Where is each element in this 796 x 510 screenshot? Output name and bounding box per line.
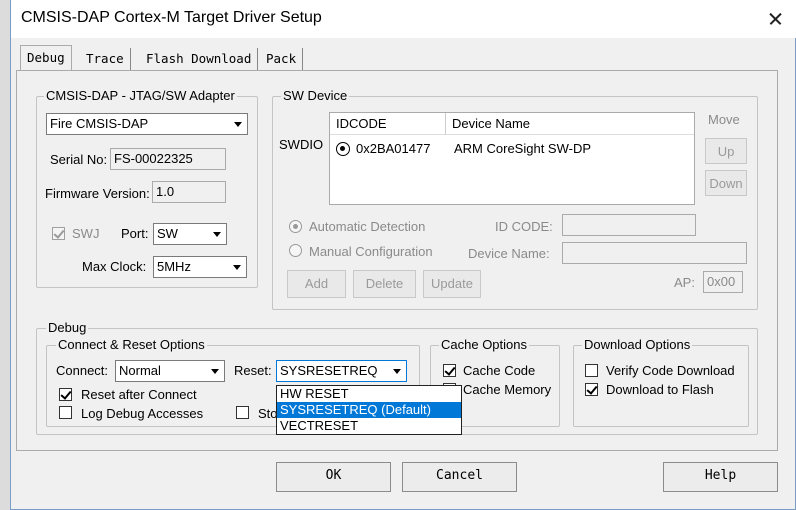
tab-pack[interactable]: Pack: [260, 48, 304, 70]
cache-code-checkbox[interactable]: [443, 364, 456, 377]
manual-configuration-radio[interactable]: [289, 244, 302, 257]
reset-select[interactable]: SYSRESETREQ: [276, 360, 407, 382]
firmware-label: Firmware Version:: [45, 186, 150, 201]
chevron-down-icon: [388, 361, 406, 381]
cache-memory-label: Cache Memory: [463, 382, 552, 397]
reset-option-hw-reset[interactable]: HW RESET: [277, 386, 461, 402]
reset-label: Reset:: [234, 363, 272, 378]
manual-configuration-label: Manual Configuration: [309, 244, 433, 259]
close-icon[interactable]: [751, 0, 796, 38]
serial-label: Serial No:: [50, 152, 108, 167]
cache-options-legend: Cache Options: [439, 337, 529, 352]
selected-radio-icon: [336, 142, 350, 156]
swdio-label: SWDIO: [279, 137, 324, 152]
max-clock-select[interactable]: 5MHz: [153, 256, 247, 278]
port-select-value: SW: [157, 226, 178, 241]
port-select[interactable]: SW: [153, 223, 227, 245]
max-clock-value: 5MHz: [157, 259, 191, 274]
download-to-flash-label: Download to Flash: [606, 382, 714, 397]
tab-flash-download[interactable]: Flash Download: [140, 48, 259, 70]
row-device-name[interactable]: ARM CoreSight SW-DP: [454, 141, 591, 156]
verify-code-checkbox[interactable]: [585, 364, 598, 377]
connect-label: Connect:: [56, 363, 109, 378]
up-button[interactable]: Up: [705, 138, 747, 164]
cancel-button[interactable]: Cancel: [402, 462, 517, 492]
stop-label: Sto: [258, 406, 278, 421]
log-debug-accesses-label: Log Debug Accesses: [81, 406, 204, 421]
device-name-label: Device Name:: [468, 246, 550, 261]
chevron-down-icon: [228, 257, 246, 277]
reset-option-vectreset[interactable]: VECTRESET: [277, 418, 461, 434]
window-title: CMSIS-DAP Cortex-M Target Driver Setup: [21, 9, 322, 26]
port-label: Port:: [121, 226, 149, 241]
title-bar: CMSIS-DAP Cortex-M Target Driver Setup: [11, 0, 796, 38]
ap-label: AP:: [674, 275, 695, 290]
debug-legend: Debug: [46, 320, 89, 335]
swj-label: SWJ: [72, 226, 100, 241]
connect-select-value: Normal: [119, 363, 161, 378]
automatic-detection-label: Automatic Detection: [309, 219, 426, 234]
col-device-name[interactable]: Device Name: [446, 113, 694, 135]
row-idcode[interactable]: 0x2BA01477: [356, 141, 430, 156]
reset-after-connect-label: Reset after Connect: [81, 387, 197, 402]
adapter-select[interactable]: Fire CMSIS-DAP: [46, 113, 248, 135]
update-button[interactable]: Update: [423, 270, 481, 298]
log-debug-accesses-checkbox[interactable]: [59, 406, 72, 419]
tab-trace[interactable]: Trace: [80, 48, 131, 70]
col-idcode[interactable]: IDCODE: [330, 113, 446, 135]
add-button[interactable]: Add: [287, 270, 346, 298]
reset-after-connect-checkbox[interactable]: [59, 388, 72, 401]
sw-device-legend: SW Device: [281, 88, 350, 103]
reset-select-value: SYSRESETREQ: [280, 363, 378, 378]
delete-button[interactable]: Delete: [353, 270, 416, 298]
swj-checkbox[interactable]: [52, 227, 65, 240]
reset-dropdown-list: HW RESET SYSRESETREQ (Default) VECTRESET: [276, 385, 462, 435]
connect-reset-legend: Connect & Reset Options: [56, 337, 207, 352]
id-code-field[interactable]: [562, 214, 696, 236]
device-name-field[interactable]: [562, 242, 747, 264]
verify-code-label: Verify Code Download: [606, 363, 735, 378]
background-app-edge: [0, 0, 10, 510]
device-list[interactable]: IDCODE Device Name 0x2BA01477 ARM CoreSi…: [329, 112, 695, 205]
adapter-select-value: Fire CMSIS-DAP: [50, 116, 149, 131]
reset-option-sysresetreq[interactable]: SYSRESETREQ (Default): [277, 402, 461, 418]
download-options-legend: Download Options: [582, 337, 693, 352]
stop-checkbox[interactable]: [236, 406, 249, 419]
serial-field: FS-00022325: [110, 148, 226, 170]
adapter-legend: CMSIS-DAP - JTAG/SW Adapter: [44, 88, 237, 103]
chevron-down-icon: [208, 224, 226, 244]
ap-field[interactable]: 0x00: [703, 271, 743, 293]
cache-code-label: Cache Code: [463, 363, 536, 378]
firmware-field: 1.0: [152, 181, 226, 203]
chevron-down-icon: [229, 114, 247, 134]
id-code-label: ID CODE:: [495, 219, 553, 234]
tab-debug[interactable]: Debug: [20, 45, 72, 71]
max-clock-label: Max Clock:: [82, 259, 147, 274]
ok-button[interactable]: OK: [276, 462, 391, 492]
automatic-detection-radio[interactable]: [289, 220, 302, 233]
chevron-down-icon: [206, 361, 224, 381]
move-label: Move: [708, 112, 740, 127]
connect-select[interactable]: Normal: [115, 360, 225, 382]
down-button[interactable]: Down: [705, 170, 747, 196]
help-button[interactable]: Help: [663, 462, 778, 492]
download-to-flash-checkbox[interactable]: [585, 383, 598, 396]
